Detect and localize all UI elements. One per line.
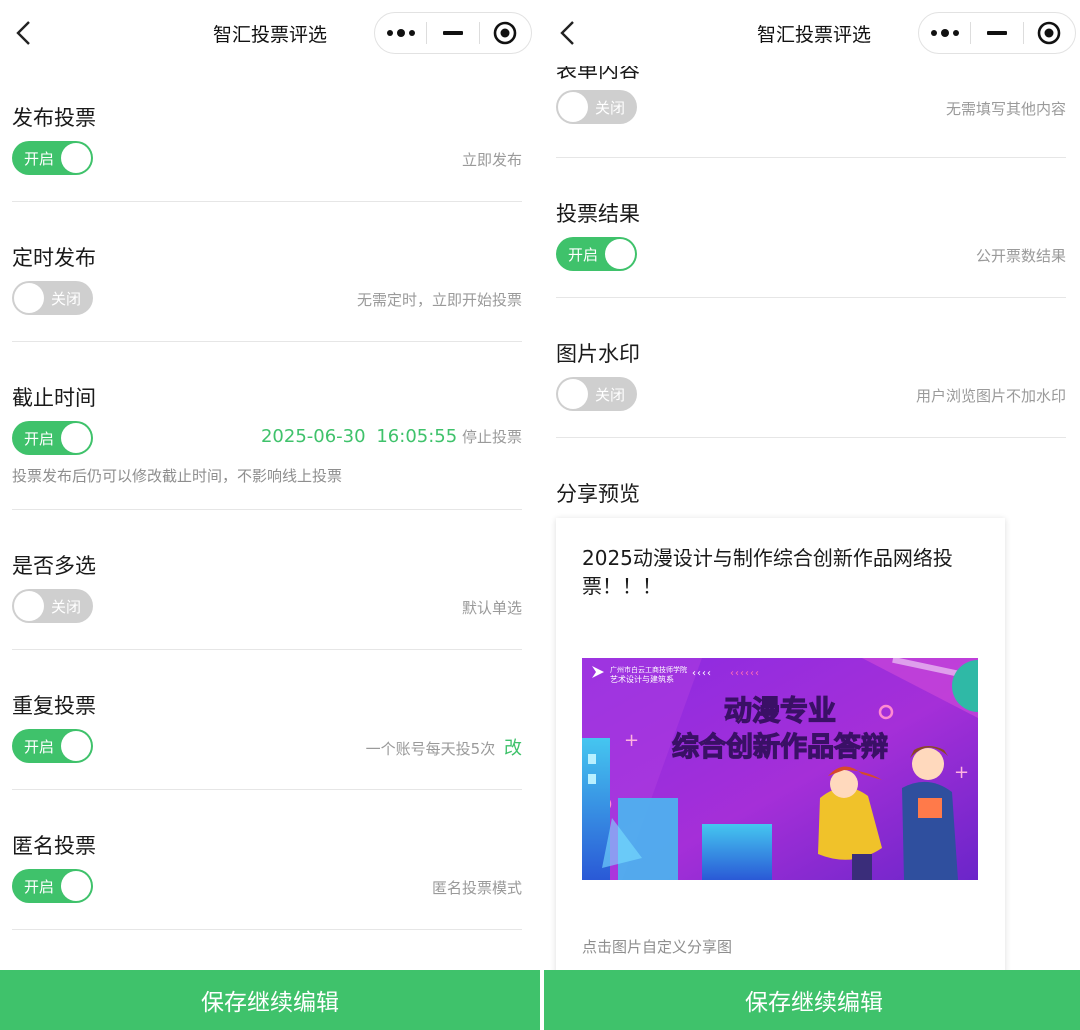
minimize-button[interactable] (971, 13, 1022, 53)
share-card-title: 2025动漫设计与制作综合创新作品网络投票！！！ (582, 546, 953, 598)
poster-headline-2: 综合创新作品答辩 (672, 731, 888, 763)
setting-title: 重复投票 (12, 694, 96, 718)
setting-row-scheduled: 定时发布 关闭 无需定时，立即开始投票 (12, 202, 522, 342)
deadline-note: 投票发布后仍可以修改截止时间，不影响线上投票 (12, 467, 343, 485)
results-toggle[interactable]: 开启 (556, 237, 637, 271)
setting-desc: 停止投票 (461, 428, 522, 446)
toggle-label: 开启 (24, 738, 55, 756)
toggle-label: 关闭 (594, 386, 625, 404)
setting-title: 是否多选 (12, 554, 96, 578)
toggle-label: 关闭 (594, 99, 625, 117)
toggle-knob (605, 239, 635, 269)
scheduled-toggle[interactable]: 关闭 (12, 281, 93, 315)
setting-desc: 无需定时，立即开始投票 (356, 291, 522, 309)
more-dots-icon (930, 29, 959, 37)
setting-title: 匿名投票 (12, 834, 96, 858)
toggle-knob (61, 143, 91, 173)
setting-desc: 立即发布 (461, 151, 522, 169)
setting-title: 定时发布 (12, 246, 96, 270)
setting-row-deadline: 截止时间 开启 2025-06-30 16:05:55 停止投票 投票发布后仍可… (12, 342, 522, 510)
setting-desc: 一个账号每天投5次 (365, 740, 496, 758)
close-mini-program-button[interactable] (1024, 13, 1075, 53)
mini-program-capsule (374, 12, 532, 54)
anonymous-toggle[interactable]: 开启 (12, 869, 93, 903)
toggle-knob (558, 379, 588, 409)
publish-toggle[interactable]: 开启 (12, 141, 93, 175)
nav-bar: 智汇投票评选 (544, 0, 1080, 66)
toggle-label: 开启 (24, 150, 55, 168)
deadline-time[interactable]: 16:05:55 (376, 426, 457, 447)
form-toggle[interactable]: 关闭 (556, 90, 637, 124)
toggle-knob (14, 283, 44, 313)
toggle-label: 开启 (24, 430, 55, 448)
poster-school-line1: 广州市白云工商技师学院 (610, 665, 687, 674)
deadline-value: 2025-06-30 16:05:55 停止投票 (261, 426, 522, 447)
svg-text:+: + (954, 762, 969, 783)
toggle-label: 关闭 (50, 290, 81, 308)
minimize-button[interactable] (427, 13, 478, 53)
right-panel: 表单内容 关闭 无需填写其他内容 投票结果 开启 公开票数结果 图片水印 关闭 … (544, 0, 1080, 1030)
share-poster-image[interactable]: 广州市白云工商技师学院 艺术设计与建筑系 ‹‹‹‹ ‹‹‹‹‹‹ 动漫专业 综合… (582, 658, 978, 880)
target-circle-icon (494, 21, 517, 45)
setting-row-multiselect: 是否多选 关闭 默认单选 (12, 510, 522, 650)
setting-row-watermark: 图片水印 关闭 用户浏览图片不加水印 (556, 298, 1066, 438)
setting-title: 图片水印 (556, 342, 640, 366)
setting-title: 投票结果 (556, 202, 640, 226)
setting-row-repeat: 重复投票 开启 一个账号每天投5次 改 (12, 650, 522, 790)
toggle-label: 开启 (24, 878, 55, 896)
poster-school-line2: 艺术设计与建筑系 (610, 674, 674, 684)
share-preview-card: 2025动漫设计与制作综合创新作品网络投票！！！ 广州市白云工商技师学院 艺术设… (556, 518, 1005, 988)
minus-icon (986, 31, 1007, 35)
setting-desc: 公开票数结果 (975, 247, 1066, 265)
svg-text:‹‹‹‹: ‹‹‹‹ (692, 668, 712, 679)
toggle-knob (61, 731, 91, 761)
toggle-knob (558, 92, 588, 122)
share-image-hint: 点击图片自定义分享图 (582, 938, 733, 956)
nav-bar: 智汇投票评选 (0, 0, 540, 66)
left-panel: 智汇投票评选 发布投票 开启 立即发布 定时发布 关闭 无需定时，立即开始投票 … (0, 0, 540, 1030)
minus-icon (442, 31, 463, 35)
mini-program-capsule (918, 12, 1076, 54)
watermark-toggle[interactable]: 关闭 (556, 377, 637, 411)
setting-desc: 用户浏览图片不加水印 (915, 387, 1066, 405)
more-dots-icon (386, 29, 415, 37)
more-button[interactable] (919, 13, 970, 53)
toggle-label: 关闭 (50, 598, 81, 616)
edit-repeat-link[interactable]: 改 (504, 738, 522, 759)
svg-text:‹‹‹‹‹‹: ‹‹‹‹‹‹ (730, 668, 760, 679)
toggle-knob (61, 871, 91, 901)
settings-list: 表单内容 关闭 无需填写其他内容 投票结果 开启 公开票数结果 图片水印 关闭 … (556, 30, 1066, 438)
more-button[interactable] (375, 13, 426, 53)
setting-row-publish: 发布投票 开启 立即发布 (12, 66, 522, 202)
toggle-label: 开启 (568, 246, 599, 264)
svg-text:+: + (624, 730, 639, 751)
setting-row-results: 投票结果 开启 公开票数结果 (556, 158, 1066, 298)
setting-title: 截止时间 (12, 386, 96, 410)
deadline-date[interactable]: 2025-06-30 (261, 426, 366, 447)
target-circle-icon (1038, 21, 1061, 45)
repeat-value: 一个账号每天投5次 改 (366, 734, 522, 760)
poster-headline-1: 动漫专业 (724, 694, 836, 727)
deadline-toggle[interactable]: 开启 (12, 421, 93, 455)
repeat-toggle[interactable]: 开启 (12, 729, 93, 763)
setting-desc: 匿名投票模式 (431, 879, 522, 897)
toggle-knob (61, 423, 91, 453)
save-continue-button[interactable]: 保存继续编辑 (544, 970, 1080, 1030)
toggle-knob (14, 591, 44, 621)
setting-title: 发布投票 (12, 106, 96, 130)
save-continue-button[interactable]: 保存继续编辑 (0, 970, 540, 1030)
multiselect-toggle[interactable]: 关闭 (12, 589, 93, 623)
close-mini-program-button[interactable] (480, 13, 531, 53)
settings-list: 发布投票 开启 立即发布 定时发布 关闭 无需定时，立即开始投票 截止时间 开启… (12, 66, 522, 930)
share-preview-title: 分享预览 (556, 482, 640, 506)
poster-illustration: 广州市白云工商技师学院 艺术设计与建筑系 ‹‹‹‹ ‹‹‹‹‹‹ 动漫专业 综合… (582, 658, 978, 880)
setting-desc: 无需填写其他内容 (945, 100, 1066, 118)
setting-desc: 默认单选 (461, 599, 522, 617)
setting-row-anonymous: 匿名投票 开启 匿名投票模式 (12, 790, 522, 930)
